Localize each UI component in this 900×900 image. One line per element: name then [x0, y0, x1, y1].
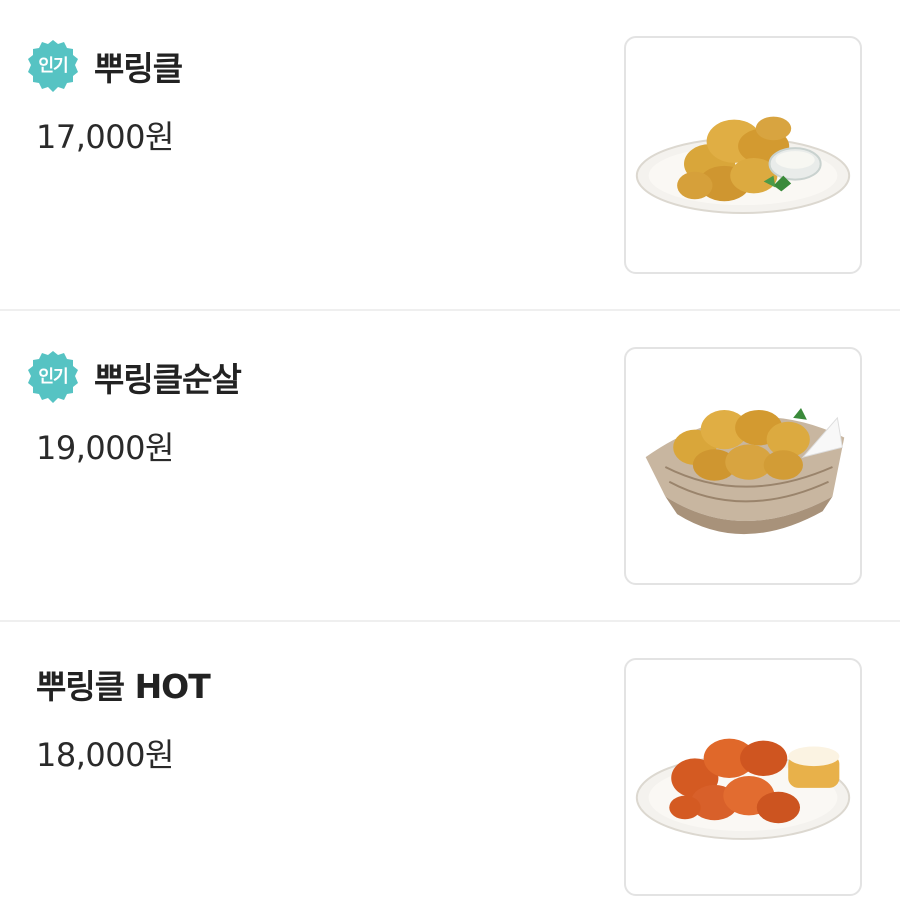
chicken-basket-icon [645, 407, 845, 535]
badge-label: 인기 [38, 56, 68, 76]
menu-item-ppuringkle-hot[interactable]: 뿌링클 HOT 18,000원 [0, 622, 900, 900]
menu-item-price: 18,000원 [36, 736, 174, 774]
chicken-plate-image[interactable] [624, 36, 862, 274]
menu-list: 인기 뿌링클 17,000원 인기 뿌링클순살 19,000원 뿌링클 HOT … [0, 0, 900, 900]
menu-item-name: 뿌링클순살 [94, 360, 242, 399]
menu-item-title-row: 인기 뿌링클 [26, 38, 183, 94]
menu-item-title-row: 인기 뿌링클순살 [26, 349, 242, 405]
menu-item-ppuringkle[interactable]: 인기 뿌링클 17,000원 [0, 0, 900, 311]
spicy-chicken-plate-icon [635, 738, 851, 840]
spicy-chicken-plate-image[interactable] [624, 658, 862, 896]
chicken-plate-icon [635, 116, 851, 214]
chicken-basket-image[interactable] [624, 347, 862, 585]
menu-item-price: 19,000원 [36, 429, 174, 467]
menu-item-price: 17,000원 [36, 118, 174, 156]
popular-badge: 인기 [26, 39, 80, 93]
menu-item-ppuringkle-boneless[interactable]: 인기 뿌링클순살 19,000원 [0, 311, 900, 622]
badge-label: 인기 [38, 367, 68, 387]
menu-item-title-row: 뿌링클 HOT [36, 656, 211, 712]
popular-badge: 인기 [26, 350, 80, 404]
menu-item-name: 뿌링클 HOT [36, 667, 211, 706]
menu-item-name: 뿌링클 [94, 49, 183, 88]
